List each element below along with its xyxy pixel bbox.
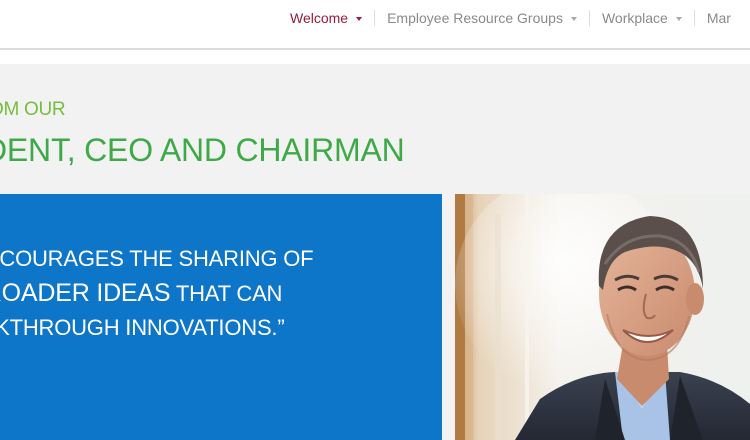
nav-item-label: Employee Resource Groups bbox=[387, 10, 563, 26]
nav-item-mar[interactable]: Mar bbox=[695, 10, 743, 26]
nav-item-workplace[interactable]: Workplace bbox=[590, 10, 694, 26]
quote-line-3: BREAKTHROUGH INNOVATIONS.” bbox=[0, 315, 285, 340]
quote-panel: TY ENCOURAGES THE SHARING OF R, BROADER … bbox=[0, 194, 442, 440]
quote-line-2-emphasis: R, BROADER IDEAS bbox=[0, 279, 171, 307]
nav-list: Welcome Employee Resource Groups Workpla… bbox=[278, 0, 743, 36]
portrait-photo bbox=[455, 194, 750, 440]
chevron-down-icon bbox=[356, 17, 363, 21]
hero-eyebrow: OM OUR bbox=[0, 99, 66, 120]
page: Welcome Employee Resource Groups Workpla… bbox=[0, 0, 750, 440]
nav-item-label: Workplace bbox=[601, 10, 668, 26]
nav-item-employee-resource-groups[interactable]: Employee Resource Groups bbox=[375, 10, 589, 26]
nav-item-label: Mar bbox=[706, 10, 731, 26]
quote-text: TY ENCOURAGES THE SHARING OF R, BROADER … bbox=[0, 242, 314, 345]
nav-item-welcome[interactable]: Welcome bbox=[278, 10, 374, 26]
portrait-photo-icon bbox=[455, 194, 750, 440]
quote-line-1: TY ENCOURAGES THE SHARING OF bbox=[0, 246, 314, 271]
top-navigation: Welcome Employee Resource Groups Workpla… bbox=[0, 0, 750, 50]
quote-line-2: THAT CAN bbox=[170, 281, 283, 306]
chevron-down-icon bbox=[675, 17, 682, 21]
chevron-down-icon bbox=[570, 17, 577, 21]
nav-item-label: Welcome bbox=[290, 10, 349, 26]
page-title: DENT, CEO AND CHAIRMAN bbox=[0, 132, 405, 168]
